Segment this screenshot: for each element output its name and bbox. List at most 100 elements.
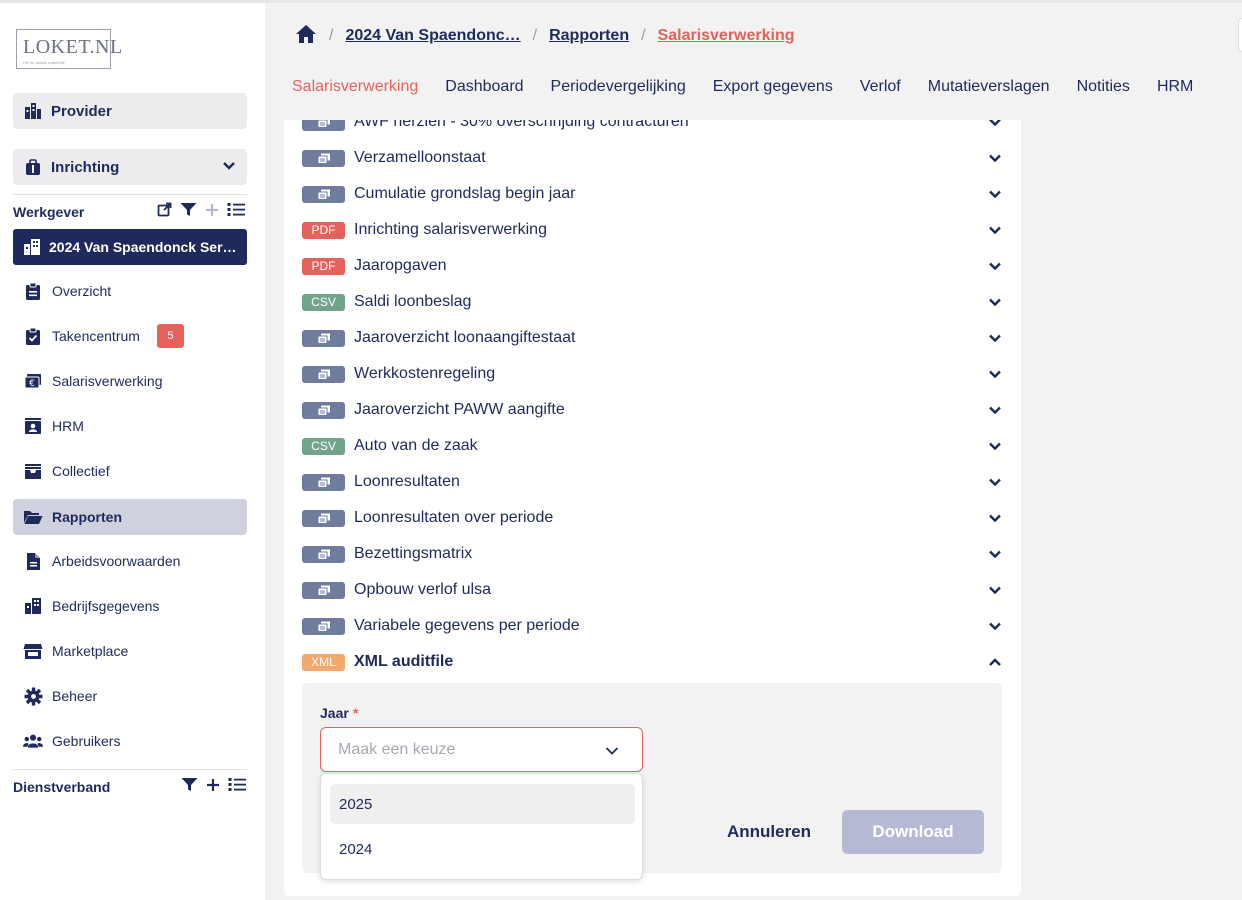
chevron-down-icon[interactable]: [988, 583, 1002, 602]
sidebar-item-beheer[interactable]: Beheer: [13, 678, 247, 714]
tab-salarisverwerking[interactable]: Salarisverwerking: [292, 78, 418, 96]
chevron-down-icon[interactable]: [988, 619, 1002, 638]
report-label: AWF herzien - 30% overschrijding contrac…: [354, 120, 689, 130]
breadcrumb-separator: /: [641, 27, 646, 44]
report-generic-icon: [302, 401, 345, 419]
tab-periodevergelijking[interactable]: Periodevergelijking: [551, 78, 686, 96]
report-generic-icon: [302, 617, 345, 635]
tab-export-gegevens[interactable]: Export gegevens: [713, 78, 833, 96]
report-row[interactable]: Jaaroverzicht PAWW aangifte: [302, 392, 1002, 428]
download-button[interactable]: Download: [842, 810, 984, 854]
tab-mutatieverslagen[interactable]: Mutatieverslagen: [928, 78, 1050, 96]
header-control-edge[interactable]: [1238, 18, 1242, 52]
breadcrumb-employer[interactable]: 2024 Van Spaendonc…: [345, 27, 520, 45]
report-row[interactable]: Loonresultaten over periode: [302, 500, 1002, 536]
report-row[interactable]: Bezettingsmatrix: [302, 536, 1002, 572]
sidebar-item-label: Beheer: [52, 688, 98, 704]
report-row[interactable]: CSV Saldi loonbeslag: [302, 284, 1002, 320]
home-icon[interactable]: [295, 24, 317, 49]
sidebar-item-marketplace[interactable]: Marketplace: [13, 633, 247, 669]
sidebar-item-bedrijfsgegevens[interactable]: Bedrijfsgegevens: [13, 588, 247, 624]
tab-dashboard[interactable]: Dashboard: [445, 78, 523, 96]
report-label: Loonresultaten over periode: [354, 509, 554, 526]
inrichting-button[interactable]: Inrichting: [13, 149, 247, 185]
sidebar-item-salarisverwerking[interactable]: € Salarisverwerking: [13, 363, 247, 399]
breadcrumb-separator: /: [329, 27, 334, 44]
divider: [13, 769, 247, 770]
tab-verlof[interactable]: Verlof: [860, 78, 901, 96]
list-icon[interactable]: [227, 202, 245, 222]
provider-button[interactable]: Provider: [13, 93, 247, 129]
report-label: Loonresultaten: [354, 473, 460, 490]
report-generic-icon: [302, 185, 345, 203]
loket-logo[interactable]: LOKET.NL HR en salaris makkelijk: [16, 29, 122, 69]
sidebar-item-rapporten[interactable]: Rapporten: [13, 499, 247, 535]
folder-open-icon: [23, 509, 43, 525]
filter-icon[interactable]: [180, 202, 197, 222]
report-row[interactable]: Jaaroverzicht loonaangiftestaat: [302, 320, 1002, 356]
file-type-badge: PDF: [302, 221, 345, 239]
chevron-down-icon[interactable]: [988, 223, 1002, 242]
tab-hrm[interactable]: HRM: [1157, 78, 1193, 96]
external-link-icon[interactable]: [157, 202, 172, 222]
report-row[interactable]: Opbouw verlof ulsa: [302, 572, 1002, 608]
plus-icon[interactable]: [205, 203, 219, 222]
report-row[interactable]: CSV Auto van de zaak: [302, 428, 1002, 464]
chevron-down-icon[interactable]: [988, 367, 1002, 386]
report-row[interactable]: Variabele gegevens per periode: [302, 608, 1002, 644]
report-row[interactable]: PDF Inrichting salarisverwerking: [302, 212, 1002, 248]
jaar-option[interactable]: 2024: [330, 829, 635, 869]
chevron-down-icon[interactable]: [988, 295, 1002, 314]
chevron-down-icon[interactable]: [988, 475, 1002, 494]
sidebar-item-arbeidsvoorwaarden[interactable]: Arbeidsvoorwaarden: [13, 543, 247, 579]
sidebar-item-label: Marketplace: [52, 643, 129, 659]
chevron-down-icon[interactable]: [988, 511, 1002, 530]
chevron-down-icon[interactable]: [988, 403, 1002, 422]
jaar-select[interactable]: Maak een keuze: [320, 727, 643, 772]
chevron-down-icon[interactable]: [988, 331, 1002, 350]
report-label: XML auditfile: [354, 653, 454, 670]
cancel-button[interactable]: Annuleren: [714, 810, 824, 854]
report-label: Auto van de zaak: [354, 437, 478, 454]
report-row[interactable]: PDF Jaaropgaven: [302, 248, 1002, 284]
chevron-down-icon[interactable]: [988, 439, 1002, 458]
report-row[interactable]: Loonresultaten: [302, 464, 1002, 500]
chevron-down-icon[interactable]: [988, 259, 1002, 278]
report-row[interactable]: Werkkostenregeling: [302, 356, 1002, 392]
report-row[interactable]: Verzamelloonstaat: [302, 140, 1002, 176]
sidebar-item-label: Salarisverwerking: [52, 373, 163, 389]
report-label: Bezettingsmatrix: [354, 545, 473, 562]
file-type-badge: PDF: [302, 257, 345, 275]
chevron-down-icon: [221, 158, 237, 178]
chevron-down-icon[interactable]: [988, 187, 1002, 206]
sidebar-item-takencentrum[interactable]: Takencentrum 5: [13, 318, 247, 354]
sidebar-item-label: Rapporten: [52, 509, 122, 525]
list-icon[interactable]: [228, 777, 246, 797]
sidebar-item-gebruikers[interactable]: Gebruikers: [13, 723, 247, 759]
report-row[interactable]: XML XML auditfile: [302, 644, 1002, 680]
chevron-down-icon[interactable]: [988, 151, 1002, 170]
plus-icon[interactable]: [206, 778, 220, 797]
report-label: Jaaroverzicht loonaangiftestaat: [354, 329, 576, 346]
report-row[interactable]: AWF herzien - 30% overschrijding contrac…: [302, 120, 1002, 140]
tab-notities[interactable]: Notities: [1077, 78, 1130, 96]
sidebar-item-overzicht[interactable]: Overzicht: [13, 273, 247, 309]
required-marker: *: [352, 705, 359, 721]
jaar-option[interactable]: 2025: [330, 784, 635, 824]
report-generic-icon: [302, 329, 345, 347]
dienstverband-tools: [181, 777, 246, 797]
sidebar-item-collectief[interactable]: Collectief: [13, 453, 247, 489]
report-generic-icon: [302, 545, 345, 563]
selected-employer[interactable]: 2024 Van Spaendonck Ser…: [13, 229, 247, 265]
breadcrumb-current[interactable]: Salarisverwerking: [658, 27, 795, 45]
sidebar-item-hrm[interactable]: HRM: [13, 408, 247, 444]
chevron-up-icon[interactable]: [988, 655, 1002, 674]
chevron-down-icon[interactable]: [988, 547, 1002, 566]
clipboard-icon: [23, 282, 43, 301]
report-generic-icon: [302, 473, 345, 491]
inrichting-label: Inrichting: [51, 158, 120, 176]
chevron-down-icon[interactable]: [988, 120, 1002, 134]
report-row[interactable]: Cumulatie grondslag begin jaar: [302, 176, 1002, 212]
breadcrumb-rapporten[interactable]: Rapporten: [549, 27, 629, 45]
filter-icon[interactable]: [181, 777, 198, 797]
